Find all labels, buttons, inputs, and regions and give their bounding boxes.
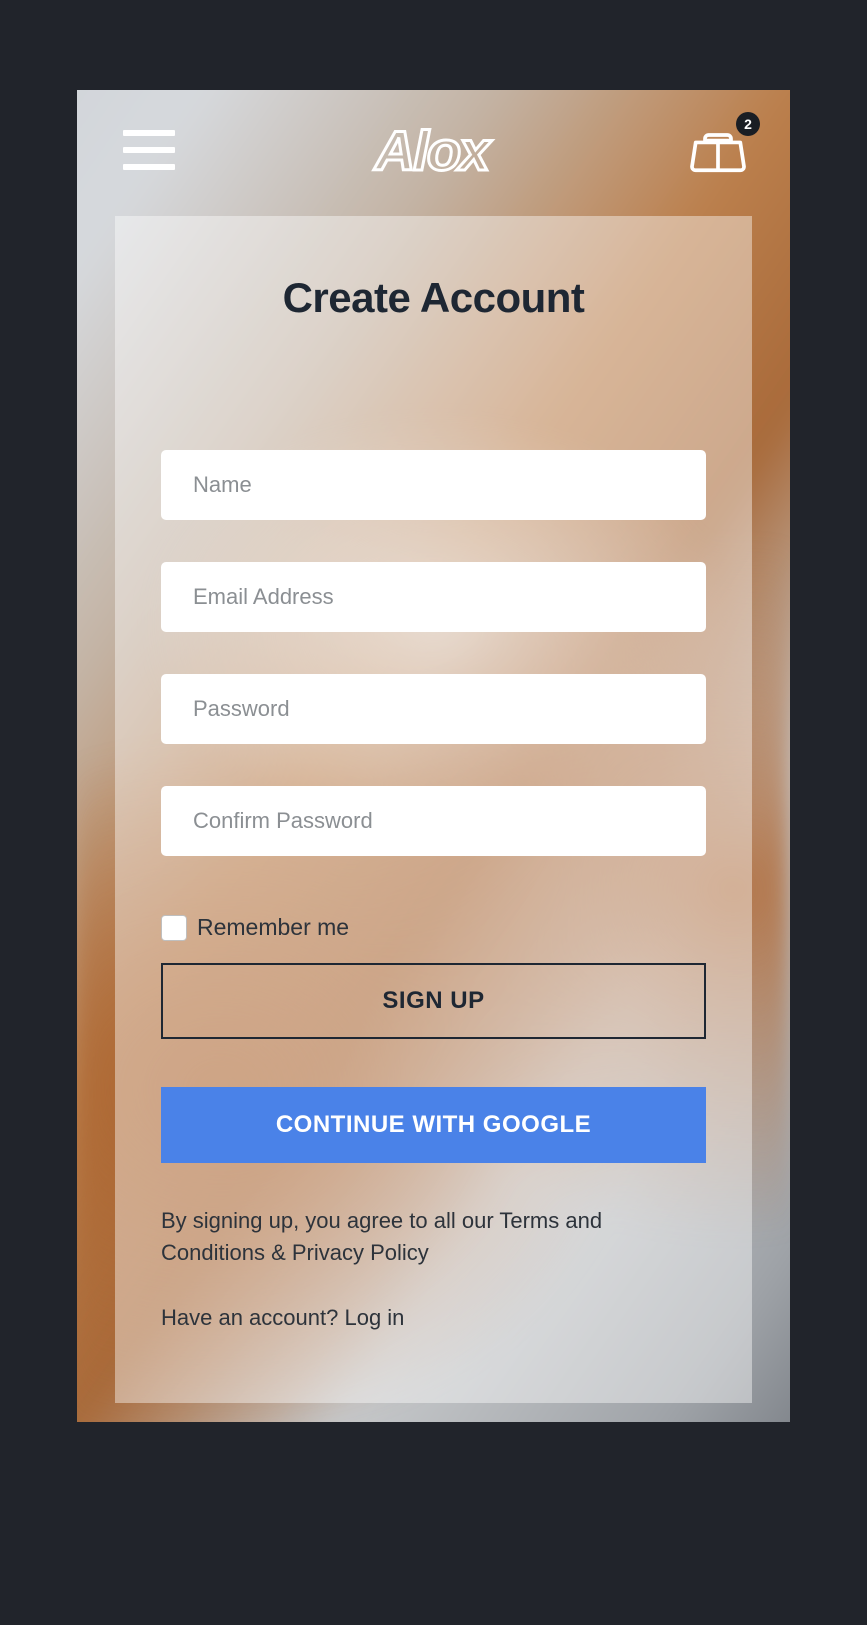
menu-icon[interactable]: [123, 130, 175, 170]
signup-card: Create Account Remember me SIGN UP CONTI…: [115, 216, 752, 1403]
confirm-password-field[interactable]: [161, 786, 706, 856]
have-account-prefix: Have an account?: [161, 1305, 344, 1330]
password-field[interactable]: [161, 674, 706, 744]
continue-with-google-button[interactable]: CONTINUE WITH GOOGLE: [161, 1087, 706, 1163]
legal-text: By signing up, you agree to all our Term…: [161, 1205, 706, 1269]
cart-button[interactable]: 2: [688, 122, 752, 178]
name-field[interactable]: [161, 450, 706, 520]
remember-row: Remember me: [161, 914, 706, 941]
remember-label: Remember me: [197, 914, 349, 941]
remember-checkbox[interactable]: [161, 915, 187, 941]
have-account-text: Have an account? Log in: [161, 1305, 706, 1331]
signup-button[interactable]: SIGN UP: [161, 963, 706, 1039]
login-link[interactable]: Log in: [344, 1305, 404, 1330]
signup-form: Remember me SIGN UP CONTINUE WITH GOOGLE…: [161, 450, 706, 1331]
email-field[interactable]: [161, 562, 706, 632]
brand-logo: Alox: [375, 118, 488, 183]
app-header: Alox 2: [77, 90, 790, 210]
cart-badge: 2: [736, 112, 760, 136]
app-screen: Alox 2 Create Account Remember me SIGN U…: [77, 90, 790, 1422]
page-title: Create Account: [161, 274, 706, 322]
